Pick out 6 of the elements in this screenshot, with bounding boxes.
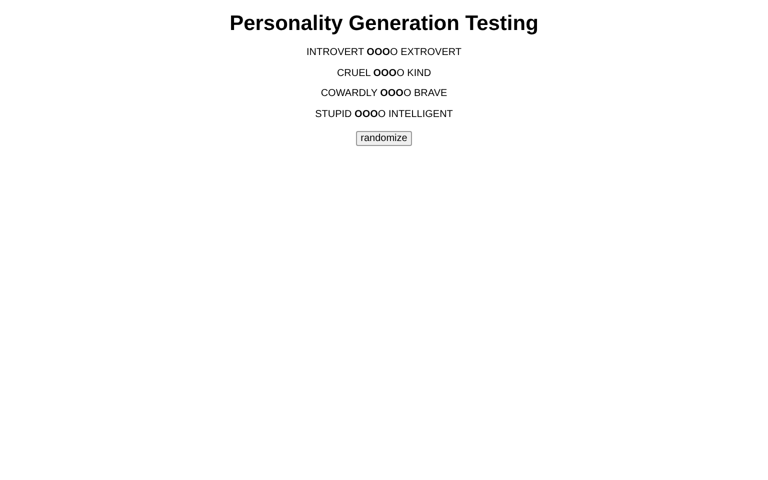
trait-scale: CRUEL OOOO KIND [336,68,432,80]
trait-scale: INTROVERT OOOO EXTROVERT [306,47,462,59]
randomize-button[interactable]: randomize [356,131,412,146]
trait-scale: STUPID OOOO INTELLIGENT [315,108,453,120]
trait-scale: COWARDLY OOOO BRAVE [320,88,448,100]
page-title: Personality Generation Testing [230,12,538,36]
